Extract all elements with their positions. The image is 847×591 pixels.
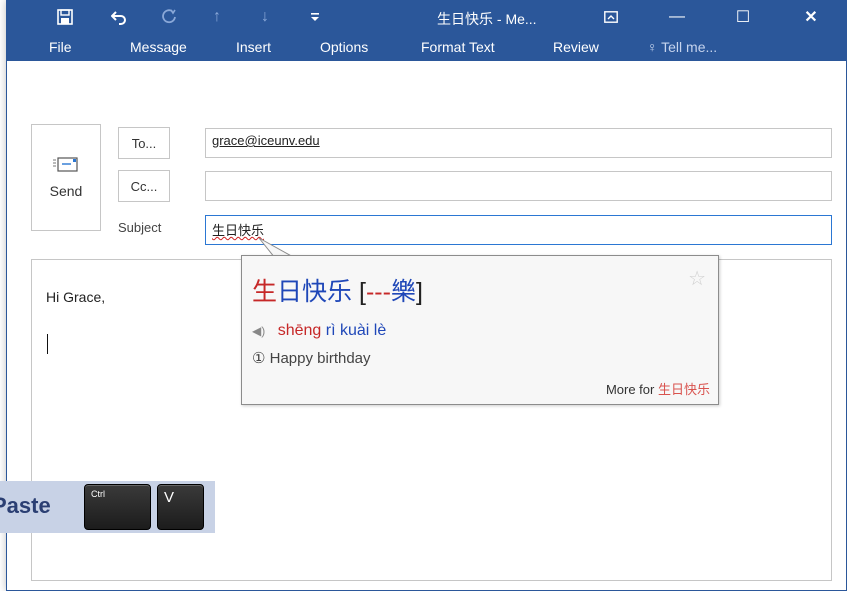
send-button[interactable]: Send bbox=[31, 124, 101, 231]
arrow-up-icon[interactable]: ↑ bbox=[195, 1, 239, 33]
tell-me-search[interactable]: ♀ Tell me... bbox=[647, 33, 717, 61]
ribbon-display-options-icon[interactable] bbox=[589, 1, 633, 33]
cc-field[interactable] bbox=[205, 171, 832, 201]
tab-message[interactable]: Message bbox=[130, 33, 187, 61]
more-link-term[interactable]: 生日快乐 bbox=[658, 382, 710, 397]
window-title: 生日快乐 - Me... bbox=[437, 11, 537, 27]
subject-field[interactable]: 生日快乐 bbox=[205, 215, 832, 245]
maximize-icon: ☐ bbox=[735, 9, 751, 26]
title-bar: ↑ ↓ 生日快乐 - Me... — ☐ ✕ File Message Inse… bbox=[7, 1, 846, 61]
more-prefix: More for bbox=[605, 382, 655, 397]
redo-icon[interactable] bbox=[147, 1, 191, 33]
dictionary-popup: 生日快乐 [---樂] ☆ ◀) shēng rì kuài lè ① Happ… bbox=[241, 255, 719, 405]
v-key: V bbox=[157, 484, 204, 530]
lightbulb-icon: ♀ bbox=[647, 39, 662, 55]
customize-qat-icon[interactable] bbox=[293, 1, 337, 33]
minimize-button[interactable]: — bbox=[655, 1, 699, 33]
minimize-icon: — bbox=[669, 8, 685, 25]
text-cursor bbox=[47, 334, 48, 354]
body-greeting: Hi Grace, bbox=[46, 289, 106, 305]
paste-shortcut-hint: Paste Ctrl V bbox=[0, 481, 215, 533]
tab-file[interactable]: File bbox=[49, 33, 72, 61]
cc-button[interactable]: Cc... bbox=[118, 170, 170, 202]
pinyin-syllable: kuài bbox=[339, 322, 370, 339]
tab-format-text[interactable]: Format Text bbox=[421, 33, 495, 61]
maximize-button[interactable]: ☐ bbox=[721, 1, 765, 33]
speaker-icon[interactable]: ◀) bbox=[252, 324, 265, 338]
headword-first-char: 生 bbox=[252, 278, 278, 306]
tab-review[interactable]: Review bbox=[553, 33, 599, 61]
to-field[interactable]: grace@iceunv.edu bbox=[205, 128, 832, 158]
favorite-star-icon[interactable]: ☆ bbox=[688, 266, 706, 291]
tab-options[interactable]: Options bbox=[320, 33, 368, 61]
paste-label: Paste bbox=[0, 493, 51, 518]
undo-icon[interactable] bbox=[97, 1, 141, 33]
pinyin-row: ◀) shēng rì kuài lè bbox=[252, 322, 386, 340]
ctrl-key: Ctrl bbox=[84, 484, 151, 530]
definition-row: ① Happy birthday bbox=[252, 349, 371, 367]
arrow-down-icon[interactable]: ↓ bbox=[243, 1, 287, 33]
traditional-form: [---樂] bbox=[358, 278, 423, 306]
to-recipient[interactable]: grace@iceunv.edu bbox=[212, 133, 320, 148]
popup-headword: 生日快乐 [---樂] bbox=[252, 272, 423, 308]
headword-rest: 日快乐 bbox=[277, 278, 353, 306]
subject-value: 生日快乐 bbox=[212, 223, 265, 238]
more-for-link[interactable]: More for 生日快乐 bbox=[606, 379, 710, 398]
send-label: Send bbox=[49, 183, 83, 199]
pinyin-syllable: rì bbox=[325, 322, 336, 339]
pinyin-syllable: shēng bbox=[277, 322, 322, 339]
send-envelope-icon bbox=[53, 156, 79, 177]
tell-me-label: Tell me... bbox=[661, 39, 718, 55]
definition-marker: ① bbox=[252, 350, 266, 367]
ribbon-tab-bar: File Message Insert Options Format Text … bbox=[7, 33, 846, 61]
to-button[interactable]: To... bbox=[118, 127, 170, 159]
close-button[interactable]: ✕ bbox=[789, 1, 833, 33]
save-icon[interactable] bbox=[43, 1, 87, 33]
definition-text: Happy birthday bbox=[269, 350, 371, 367]
subject-label: Subject bbox=[118, 220, 162, 235]
tab-insert[interactable]: Insert bbox=[236, 33, 271, 61]
pinyin-syllable: lè bbox=[373, 322, 387, 339]
close-icon: ✕ bbox=[804, 9, 818, 26]
